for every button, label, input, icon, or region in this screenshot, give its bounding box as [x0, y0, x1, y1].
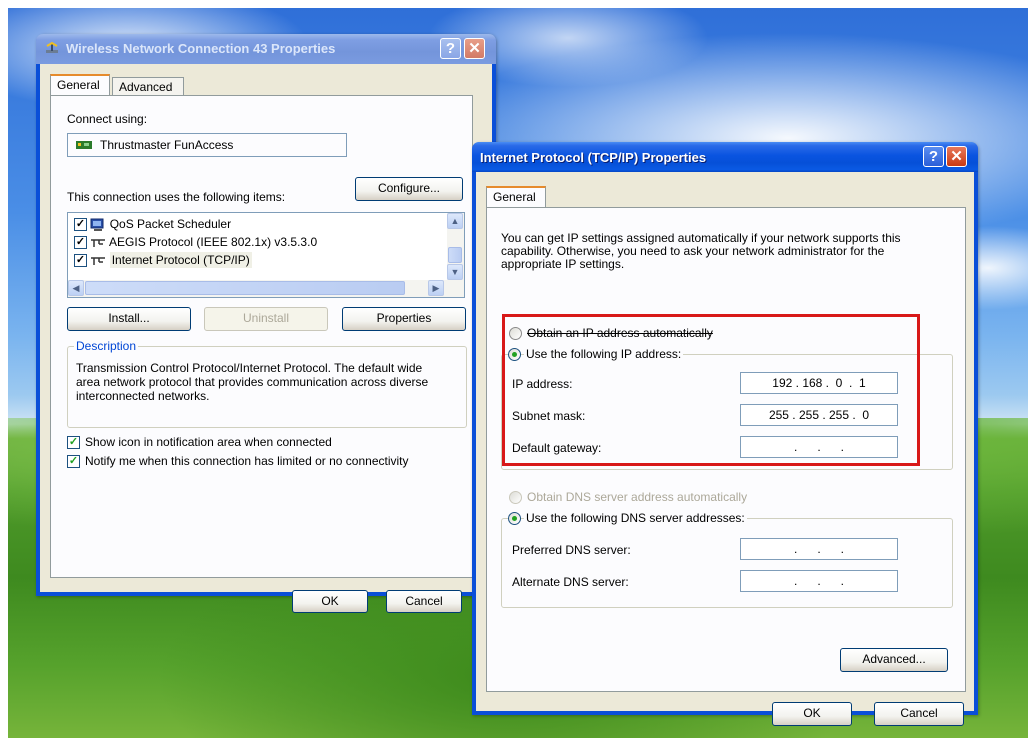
- preferred-dns-label: Preferred DNS server:: [512, 543, 631, 557]
- alternate-dns-field[interactable]: . . .: [740, 570, 898, 592]
- list-item-selected[interactable]: ✓ Internet Protocol (TCP/IP): [74, 252, 252, 271]
- scroll-right-icon[interactable]: ▶: [428, 280, 444, 296]
- scroll-up-icon[interactable]: ▲: [447, 213, 463, 229]
- description-text: Transmission Control Protocol/Internet P…: [76, 361, 429, 403]
- window-title: Wireless Network Connection 43 Propertie…: [66, 41, 336, 56]
- ok-button[interactable]: OK: [292, 590, 368, 613]
- intro-text: You can get IP settings assigned automat…: [501, 231, 901, 271]
- scroll-left-icon[interactable]: ◀: [68, 280, 84, 296]
- adapter-name: Thrustmaster FunAccess: [100, 138, 234, 152]
- list-item[interactable]: ✓ AEGIS Protocol (IEEE 802.1x) v3.5.3.0: [74, 235, 317, 253]
- connect-using-label: Connect using:: [67, 112, 148, 126]
- help-icon[interactable]: ?: [923, 146, 944, 167]
- notify-label: Notify me when this connection has limit…: [85, 454, 409, 468]
- connection-properties-window: Wireless Network Connection 43 Propertie…: [36, 34, 496, 613]
- tab-general[interactable]: General: [50, 74, 110, 95]
- scheduler-icon: [90, 218, 104, 231]
- network-adapter-icon: [76, 141, 92, 149]
- scroll-thumb[interactable]: [448, 247, 462, 263]
- vertical-scrollbar[interactable]: ▲ ▼: [447, 213, 464, 280]
- cancel-button[interactable]: Cancel: [386, 590, 462, 613]
- install-button[interactable]: Install...: [67, 307, 191, 331]
- uninstall-button[interactable]: Uninstall: [204, 307, 328, 331]
- item-label: Internet Protocol (TCP/IP): [109, 252, 252, 268]
- list-item[interactable]: ✓ QoS Packet Scheduler: [74, 217, 231, 235]
- tab-advanced[interactable]: Advanced: [112, 77, 184, 95]
- connection-properties-titlebar[interactable]: Wireless Network Connection 43 Propertie…: [36, 34, 496, 64]
- advanced-button[interactable]: Advanced...: [840, 648, 948, 672]
- adapter-box: Thrustmaster FunAccess: [67, 133, 347, 157]
- preferred-dns-field[interactable]: . . .: [740, 538, 898, 560]
- obtain-dns-radio[interactable]: [509, 491, 522, 504]
- help-icon[interactable]: ?: [440, 38, 461, 59]
- window-title: Internet Protocol (TCP/IP) Properties: [480, 150, 707, 165]
- components-list[interactable]: ✓ QoS Packet Scheduler ✓ AEGIS Protocol …: [67, 212, 465, 298]
- tab-general[interactable]: General: [486, 186, 546, 207]
- cancel-button[interactable]: Cancel: [874, 702, 964, 726]
- obtain-dns-label: Obtain DNS server address automatically: [527, 490, 748, 504]
- ok-button[interactable]: OK: [772, 702, 852, 726]
- properties-button[interactable]: Properties: [342, 307, 466, 331]
- horizontal-scrollbar[interactable]: ◀ ▶: [68, 280, 464, 297]
- scroll-down-icon[interactable]: ▼: [447, 264, 463, 280]
- show-icon-checkbox[interactable]: ✓: [67, 436, 80, 449]
- protocol-icon: [91, 257, 106, 265]
- use-dns-label: Use the following DNS server addresses:: [524, 511, 747, 525]
- item-label: AEGIS Protocol (IEEE 802.1x) v3.5.3.0: [109, 235, 318, 249]
- connection-properties-client: General Advanced Connect using: Thrustma…: [40, 64, 492, 613]
- dns-group: Use the following DNS server addresses: …: [501, 511, 953, 608]
- configure-button[interactable]: Configure...: [355, 177, 463, 201]
- item-checkbox[interactable]: ✓: [74, 218, 87, 232]
- scroll-thumb-horizontal[interactable]: [85, 281, 405, 295]
- item-checkbox[interactable]: ✓: [74, 254, 87, 268]
- highlight-annotation-box: [502, 314, 920, 466]
- network-connection-icon: [46, 41, 58, 53]
- close-icon[interactable]: ✕: [464, 38, 485, 59]
- notify-checkbox[interactable]: ✓: [67, 455, 80, 468]
- description-legend: Description: [74, 339, 139, 353]
- use-dns-radio[interactable]: [508, 512, 521, 525]
- alternate-dns-label: Alternate DNS server:: [512, 575, 629, 589]
- close-icon[interactable]: ✕: [946, 146, 967, 167]
- show-icon-label: Show icon in notification area when conn…: [85, 435, 332, 449]
- tcpip-properties-titlebar[interactable]: Internet Protocol (TCP/IP) Properties ? …: [472, 142, 978, 172]
- items-label: This connection uses the following items…: [67, 190, 286, 204]
- item-checkbox[interactable]: ✓: [74, 236, 87, 250]
- protocol-icon: [91, 239, 106, 247]
- item-label: QoS Packet Scheduler: [109, 217, 232, 231]
- general-tab-panel: Connect using: Thrustmaster FunAccess Co…: [50, 95, 473, 578]
- description-group: Description Transmission Control Protoco…: [67, 339, 467, 428]
